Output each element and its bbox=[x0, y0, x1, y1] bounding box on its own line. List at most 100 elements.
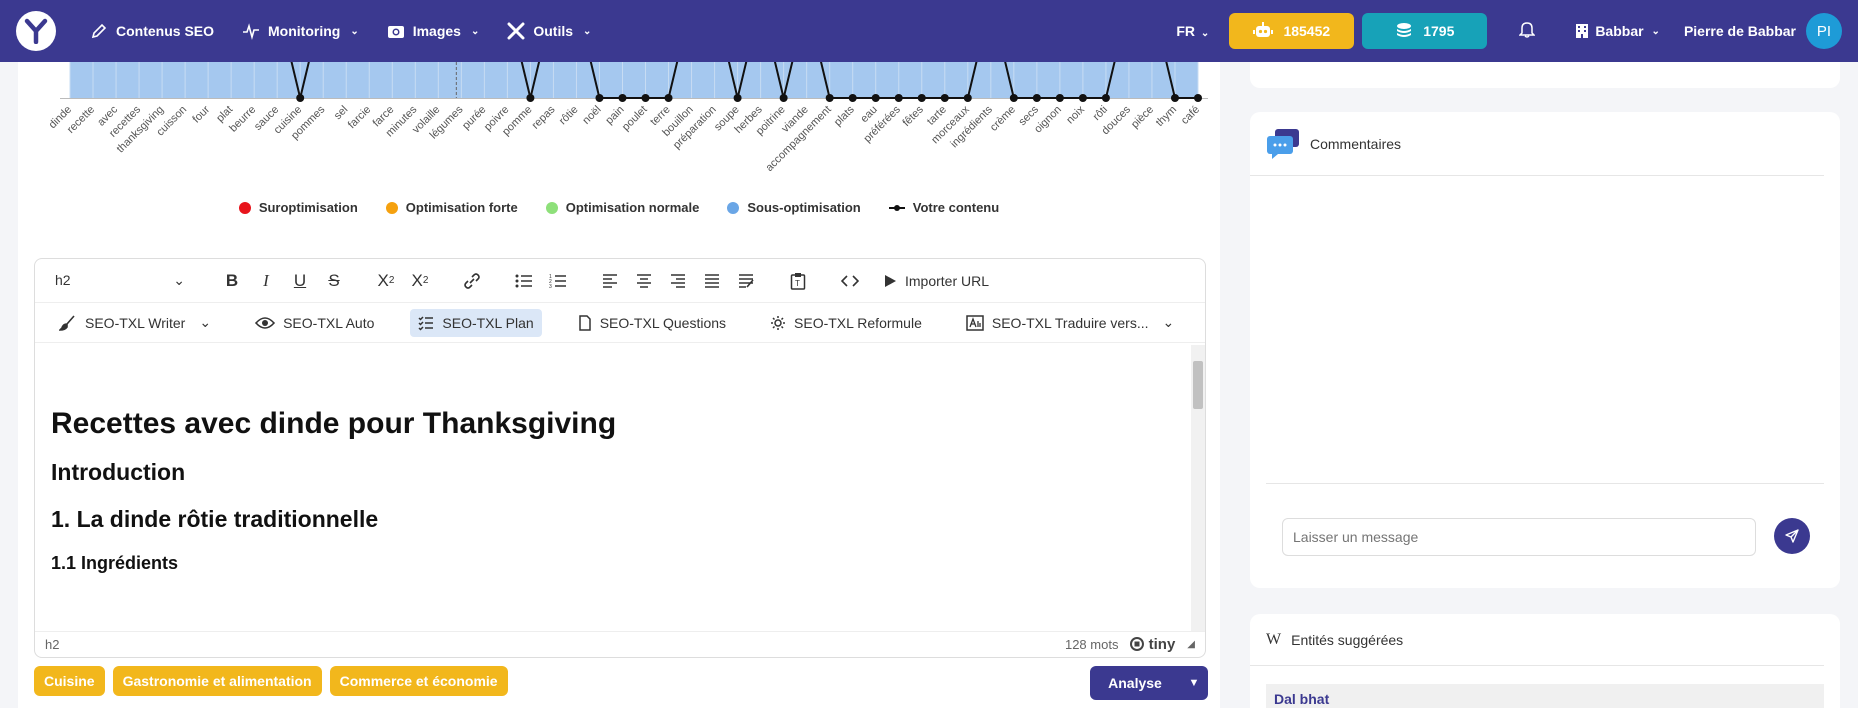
seo-tool-seo-txl-writer[interactable]: SEO-TXL Writer ⌄ bbox=[51, 309, 219, 337]
content-series-point[interactable] bbox=[1055, 94, 1064, 102]
app-logo[interactable] bbox=[16, 11, 56, 51]
content-heading-subsection[interactable]: 1.1 Ingrédients bbox=[51, 553, 1169, 574]
editor-content[interactable]: Recettes avec dinde pour Thanksgiving In… bbox=[35, 345, 1185, 631]
bold-button[interactable]: B bbox=[215, 266, 249, 296]
legend-item[interactable]: Suroptimisation bbox=[238, 200, 358, 215]
content-series-point[interactable] bbox=[825, 94, 834, 102]
category-tag[interactable]: Cuisine bbox=[34, 666, 105, 696]
content-series-point[interactable] bbox=[871, 94, 880, 102]
align-center-button[interactable] bbox=[627, 266, 661, 296]
content-series-point[interactable] bbox=[1101, 94, 1110, 102]
nav-contenus-seo[interactable]: Contenus SEO bbox=[90, 22, 214, 40]
block-format-select[interactable]: h2 ⌄ bbox=[55, 272, 185, 289]
bell-icon bbox=[1518, 21, 1537, 38]
x-tick-label: sel bbox=[332, 104, 350, 122]
content-series-point[interactable] bbox=[641, 94, 650, 102]
legend-item[interactable]: Votre contenu bbox=[888, 200, 1000, 215]
content-series-point[interactable] bbox=[1009, 94, 1018, 102]
content-series-point[interactable] bbox=[940, 94, 949, 102]
category-tag[interactable]: Gastronomie et alimentation bbox=[112, 666, 322, 696]
language-selector[interactable]: FR ⌄ bbox=[1176, 23, 1209, 39]
main-content-card: dinde recette avec recettes thanksgiving cuis… bbox=[18, 1, 1220, 708]
clear-formatting-button[interactable] bbox=[729, 266, 763, 296]
content-series-point[interactable] bbox=[1170, 94, 1179, 102]
align-left-button[interactable] bbox=[593, 266, 627, 296]
robot-credits-button[interactable]: 185452 bbox=[1229, 13, 1355, 49]
underline-button[interactable]: U bbox=[283, 266, 317, 296]
scrollbar-thumb[interactable] bbox=[1193, 361, 1203, 409]
legend-item[interactable]: Optimisation forte bbox=[385, 200, 518, 215]
avatar[interactable]: PI bbox=[1806, 13, 1842, 49]
legend-label: Votre contenu bbox=[912, 200, 1000, 215]
entity-item[interactable]: Dal bhat bbox=[1266, 684, 1824, 708]
activity-icon bbox=[243, 23, 260, 40]
subscript-button[interactable]: X2 bbox=[369, 266, 403, 296]
content-series-point[interactable] bbox=[1194, 94, 1202, 102]
content-series-point[interactable] bbox=[1032, 94, 1041, 102]
editor-scrollbar[interactable] bbox=[1191, 345, 1205, 631]
x-tick-label: noix bbox=[1064, 103, 1087, 126]
content-series-point[interactable] bbox=[894, 94, 903, 102]
content-series-point[interactable] bbox=[917, 94, 926, 102]
legend-item[interactable]: Optimisation normale bbox=[545, 200, 699, 215]
nav-monitoring[interactable]: Monitoring ⌄ bbox=[242, 22, 359, 40]
seo-tool-seo-txl-auto[interactable]: SEO-TXL Auto bbox=[247, 309, 382, 337]
content-series-point[interactable] bbox=[1078, 94, 1087, 102]
legend-dot-marker bbox=[385, 201, 398, 214]
chevron-down-icon[interactable]: ▼ bbox=[1180, 677, 1208, 689]
content-series-point[interactable] bbox=[526, 94, 535, 102]
play-icon bbox=[885, 274, 896, 287]
content-series-point[interactable] bbox=[595, 94, 604, 102]
italic-button[interactable]: I bbox=[249, 266, 283, 296]
chevron-down-icon: ⌄ bbox=[583, 25, 592, 37]
content-series-point[interactable] bbox=[664, 94, 673, 102]
content-series-point[interactable] bbox=[733, 94, 742, 102]
source-code-button[interactable] bbox=[833, 266, 867, 296]
editor-toolbar-primary: h2 ⌄ B I U S X2 X2 123 T Importer URL bbox=[35, 259, 1205, 303]
resize-handle-icon[interactable]: ◢ bbox=[1187, 639, 1195, 650]
nav-images[interactable]: Images ⌄ bbox=[387, 22, 479, 40]
seo-tool-seo-txl-plan[interactable]: SEO-TXL Plan bbox=[410, 308, 542, 337]
content-heading-1[interactable]: Recettes avec dinde pour Thanksgiving bbox=[51, 407, 1169, 441]
entities-title: Entités suggérées bbox=[1291, 631, 1404, 648]
category-tag[interactable]: Commerce et économie bbox=[329, 666, 508, 696]
comments-title: Commentaires bbox=[1310, 135, 1402, 152]
content-series-point[interactable] bbox=[963, 94, 972, 102]
import-url-button[interactable]: Importer URL bbox=[883, 273, 989, 289]
content-heading-section-1[interactable]: 1. La dinde rôtie traditionnelle bbox=[51, 506, 1169, 533]
analyse-button[interactable]: Analyse ▼ bbox=[1090, 666, 1208, 700]
import-url-label: Importer URL bbox=[905, 272, 990, 289]
seo-tool-seo-txl-traduire-vers[interactable]: SEO-TXL Traduire vers... ⌄ bbox=[958, 309, 1182, 337]
coin-credits-button[interactable]: 1795 bbox=[1362, 13, 1488, 49]
justify-button[interactable] bbox=[695, 266, 729, 296]
strikethrough-button[interactable]: S bbox=[317, 266, 351, 296]
send-message-button[interactable] bbox=[1774, 518, 1810, 554]
comments-panel: Commentaires bbox=[1250, 112, 1840, 588]
word-count[interactable]: 128 mots bbox=[1065, 637, 1118, 652]
content-series-point[interactable] bbox=[779, 94, 788, 102]
seo-tool-seo-txl-reformule[interactable]: SEO-TXL Reformule bbox=[762, 309, 930, 337]
org-selector[interactable]: Babbar ⌄ bbox=[1575, 23, 1660, 39]
legend-item[interactable]: Sous-optimisation bbox=[727, 200, 861, 215]
content-series-point[interactable] bbox=[848, 94, 857, 102]
link-button[interactable] bbox=[455, 266, 489, 296]
align-center-icon bbox=[637, 273, 651, 288]
superscript-button[interactable]: X2 bbox=[403, 266, 437, 296]
content-series-point[interactable] bbox=[296, 94, 305, 102]
content-series-point[interactable] bbox=[618, 94, 627, 102]
user-name[interactable]: Pierre de Babbar bbox=[1684, 23, 1796, 39]
element-path[interactable]: h2 bbox=[45, 637, 59, 652]
notifications-button[interactable] bbox=[1518, 20, 1537, 43]
align-right-button[interactable] bbox=[661, 266, 695, 296]
paste-button[interactable]: T bbox=[781, 266, 815, 296]
seo-tool-label: SEO-TXL Questions bbox=[599, 314, 727, 331]
numbered-list-button[interactable]: 123 bbox=[541, 266, 575, 296]
tiny-logo[interactable]: tiny bbox=[1130, 636, 1175, 653]
content-heading-intro[interactable]: Introduction bbox=[51, 459, 1169, 486]
bullet-list-button[interactable] bbox=[507, 266, 541, 296]
seo-tool-seo-txl-questions[interactable]: SEO-TXL Questions bbox=[570, 309, 734, 337]
message-input[interactable] bbox=[1282, 518, 1756, 556]
entities-header: W Entités suggérées bbox=[1250, 614, 1824, 666]
nav-outils[interactable]: Outils ⌄ bbox=[507, 22, 591, 40]
send-icon bbox=[1785, 529, 1799, 543]
